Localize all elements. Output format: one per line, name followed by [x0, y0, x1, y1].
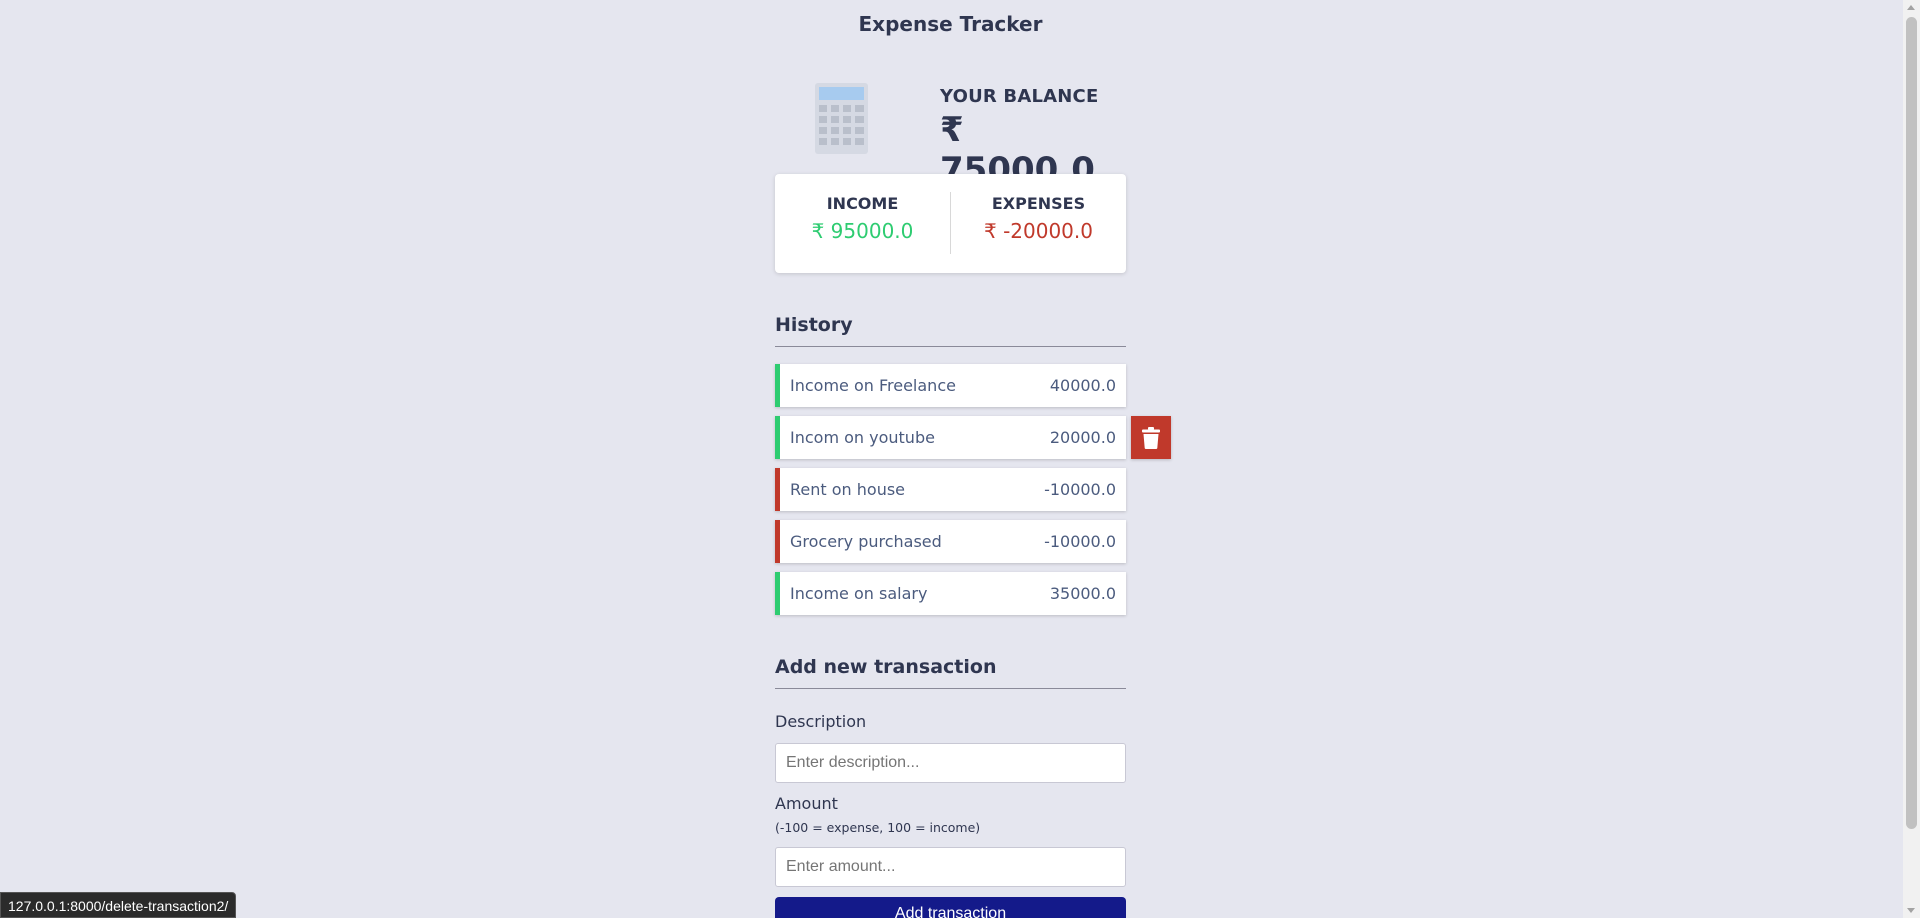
description-input[interactable] — [775, 743, 1126, 783]
income-summary: INCOME ₹ 95000.0 — [775, 194, 950, 243]
transaction-amount: -10000.0 — [1044, 532, 1116, 551]
balance-label: YOUR BALANCE — [940, 86, 1099, 107]
vertical-scrollbar[interactable] — [1903, 0, 1920, 918]
scroll-up-arrow-icon[interactable] — [1907, 5, 1915, 10]
calculator-icon — [815, 83, 868, 154]
transaction-amount: 35000.0 — [1049, 584, 1116, 603]
expense-summary: EXPENSES ₹ -20000.0 — [951, 194, 1126, 243]
income-label: INCOME — [826, 194, 899, 213]
trash-icon — [1142, 426, 1160, 449]
transaction-item[interactable]: Grocery purchased -10000.0 — [775, 520, 1126, 563]
transaction-item[interactable]: Income on Freelance 40000.0 — [775, 364, 1126, 407]
add-transaction-title: Add new transaction — [775, 656, 1126, 689]
transaction-description: Incom on youtube — [790, 428, 935, 447]
balance-section: YOUR BALANCE ₹ 75000.0 — [775, 80, 1126, 190]
link-status-bar: 127.0.0.1:8000/delete-transaction2/ — [0, 892, 237, 918]
transaction-item[interactable]: Rent on house -10000.0 — [775, 468, 1126, 511]
transaction-item[interactable]: Incom on youtube 20000.0 — [775, 416, 1171, 459]
transaction-description: Income on Freelance — [790, 376, 956, 395]
transaction-description: Rent on house — [790, 480, 906, 499]
expense-value: ₹ -20000.0 — [983, 219, 1093, 243]
amount-label: Amount — [775, 794, 838, 813]
expense-label: EXPENSES — [991, 194, 1086, 213]
income-expense-card: INCOME ₹ 95000.0 EXPENSES ₹ -20000.0 — [775, 174, 1126, 273]
delete-transaction-button[interactable] — [1131, 416, 1171, 459]
amount-hint: (-100 = expense, 100 = income) — [775, 820, 981, 835]
history-title: History — [775, 314, 1126, 347]
transaction-amount: 20000.0 — [1049, 428, 1116, 447]
amount-input[interactable] — [775, 847, 1126, 887]
scrollbar-thumb[interactable] — [1906, 17, 1917, 829]
transaction-description: Grocery purchased — [790, 532, 942, 551]
app-title: Expense Tracker — [858, 12, 1043, 36]
transaction-item[interactable]: Income on salary 35000.0 — [775, 572, 1126, 615]
description-label: Description — [775, 712, 867, 731]
transaction-amount: -10000.0 — [1044, 480, 1116, 499]
add-transaction-button[interactable]: Add transaction — [775, 897, 1126, 918]
transaction-amount: 40000.0 — [1049, 376, 1116, 395]
transaction-description: Income on salary — [790, 584, 928, 603]
income-value: ₹ 95000.0 — [811, 219, 914, 243]
scroll-down-arrow-icon[interactable] — [1907, 908, 1915, 913]
transaction-list: Income on Freelance 40000.0 Incom on you… — [775, 364, 1171, 624]
